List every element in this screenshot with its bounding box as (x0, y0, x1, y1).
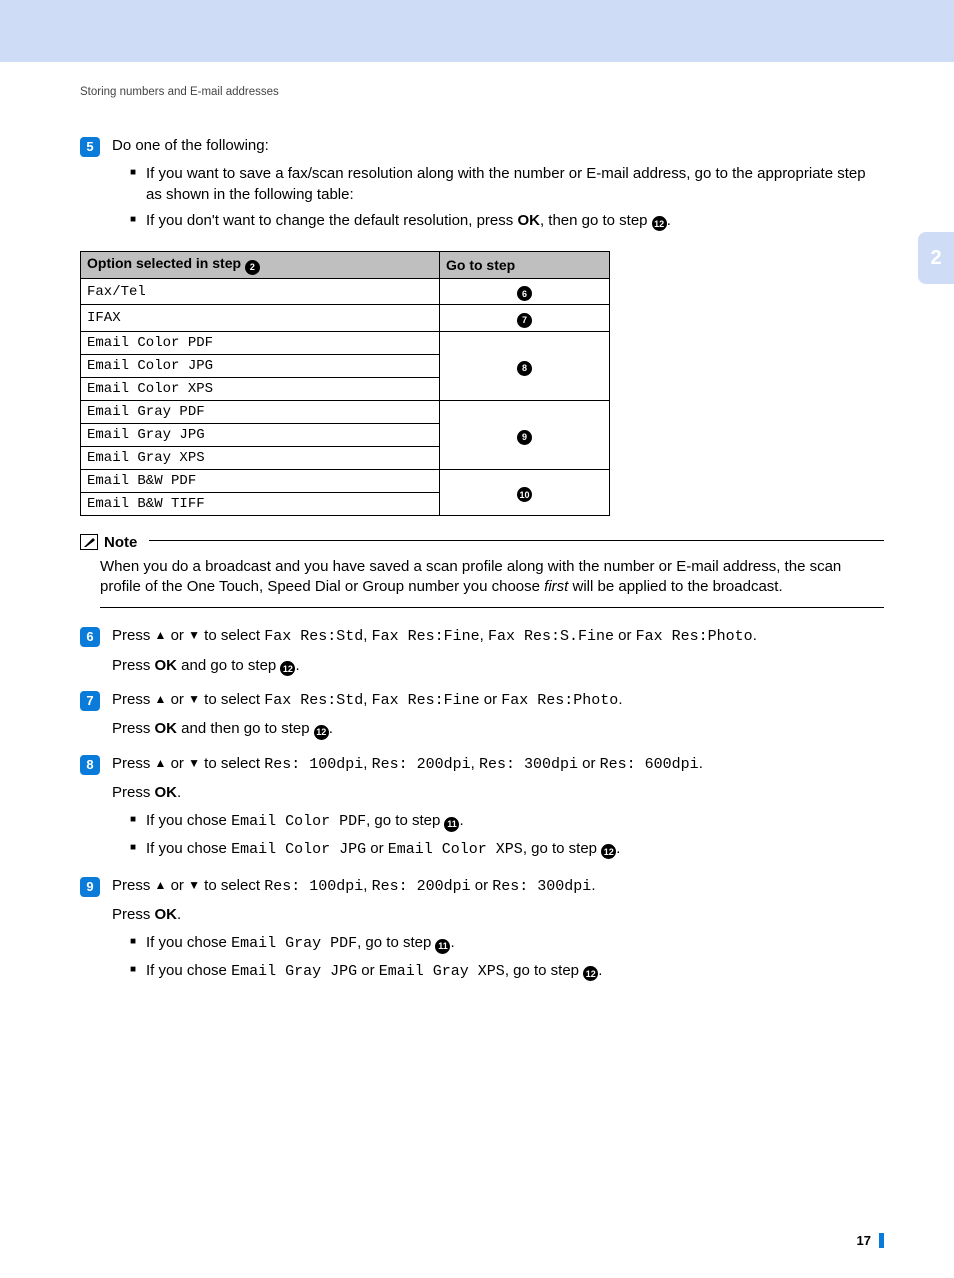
step-badge-7: 7 (80, 691, 100, 711)
down-arrow-icon: ▼ (188, 756, 200, 770)
down-arrow-icon: ▼ (188, 878, 200, 892)
step-badge-5: 5 (80, 137, 100, 157)
step-ref-10-icon: 10 (517, 487, 532, 502)
step-6-line1: Press ▲ or ▼ to select Fax Res:Std, Fax … (112, 626, 884, 647)
step-ref-6-icon: 6 (517, 286, 532, 301)
table-row: Email Gray PDF 9 (81, 400, 610, 423)
step-9: 9 Press ▲ or ▼ to select Res: 100dpi, Re… (80, 876, 884, 992)
step-7-line2: Press OK and then go to step 12. (112, 719, 884, 740)
page-content: 2 Storing numbers and E-mail addresses 5… (0, 62, 954, 1278)
step-5-bullet-1: If you want to save a fax/scan resolutio… (130, 164, 884, 205)
page-number: 17 (857, 1233, 884, 1248)
table-header-option: Option selected in step 2 (81, 252, 440, 279)
up-arrow-icon: ▲ (155, 628, 167, 642)
step-9-line2: Press OK. (112, 905, 884, 925)
step-8: 8 Press ▲ or ▼ to select Res: 100dpi, Re… (80, 754, 884, 870)
step-badge-9: 9 (80, 877, 100, 897)
step-6-line2: Press OK and go to step 12. (112, 656, 884, 677)
step-badge-6: 6 (80, 627, 100, 647)
step-ref-11-icon: 11 (435, 939, 450, 954)
step-7-line1: Press ▲ or ▼ to select Fax Res:Std, Fax … (112, 690, 884, 711)
up-arrow-icon: ▲ (155, 878, 167, 892)
note-icon (80, 534, 98, 550)
down-arrow-icon: ▼ (188, 628, 200, 642)
step-ref-9-icon: 9 (517, 430, 532, 445)
table-row: Email Color PDF 8 (81, 331, 610, 354)
down-arrow-icon: ▼ (188, 692, 200, 706)
step-ref-12-icon: 12 (601, 844, 616, 859)
note-block: Note When you do a broadcast and you hav… (80, 534, 884, 609)
step-5-text: Do one of the following: (112, 136, 884, 156)
step-6: 6 Press ▲ or ▼ to select Fax Res:Std, Fa… (80, 626, 884, 684)
step-ref-12-icon: 12 (314, 725, 329, 740)
step-8-bullet-1: If you chose Email Color PDF, go to step… (130, 811, 884, 832)
step-9-line1: Press ▲ or ▼ to select Res: 100dpi, Res:… (112, 876, 884, 897)
table-row: Fax/Tel 6 (81, 278, 610, 305)
note-rule-top (149, 540, 884, 541)
chapter-tab: 2 (918, 232, 954, 284)
step-8-bullet-2: If you chose Email Color JPG or Email Co… (130, 839, 884, 860)
step-8-line2: Press OK. (112, 783, 884, 803)
page-number-accent (879, 1233, 884, 1248)
up-arrow-icon: ▲ (155, 756, 167, 770)
step-9-bullet-2: If you chose Email Gray JPG or Email Gra… (130, 961, 884, 982)
note-label: Note (104, 534, 137, 551)
up-arrow-icon: ▲ (155, 692, 167, 706)
step-ref-12-icon: 12 (583, 966, 598, 981)
note-body: When you do a broadcast and you have sav… (80, 551, 884, 608)
step-ref-12-icon: 12 (280, 661, 295, 676)
step-5-bullet-2: If you don't want to change the default … (130, 211, 884, 232)
step-ref-2-icon: 2 (245, 260, 260, 275)
note-rule-bottom (100, 607, 884, 608)
table-row: Email B&W PDF 10 (81, 469, 610, 492)
table-header-goto: Go to step (440, 252, 610, 279)
breadcrumb: Storing numbers and E-mail addresses (80, 86, 884, 98)
step-ref-7-icon: 7 (517, 313, 532, 328)
table-row: IFAX 7 (81, 305, 610, 332)
step-9-bullet-1: If you chose Email Gray PDF, go to step … (130, 933, 884, 954)
step-ref-11-icon: 11 (444, 817, 459, 832)
step-7: 7 Press ▲ or ▼ to select Fax Res:Std, Fa… (80, 690, 884, 748)
top-banner (0, 0, 954, 62)
step-5: 5 Do one of the following: If you want t… (80, 136, 884, 241)
step-ref-12-icon: 12 (652, 216, 667, 231)
option-table: Option selected in step 2 Go to step Fax… (80, 251, 610, 516)
step-8-line1: Press ▲ or ▼ to select Res: 100dpi, Res:… (112, 754, 884, 775)
step-ref-8-icon: 8 (517, 361, 532, 376)
step-badge-8: 8 (80, 755, 100, 775)
